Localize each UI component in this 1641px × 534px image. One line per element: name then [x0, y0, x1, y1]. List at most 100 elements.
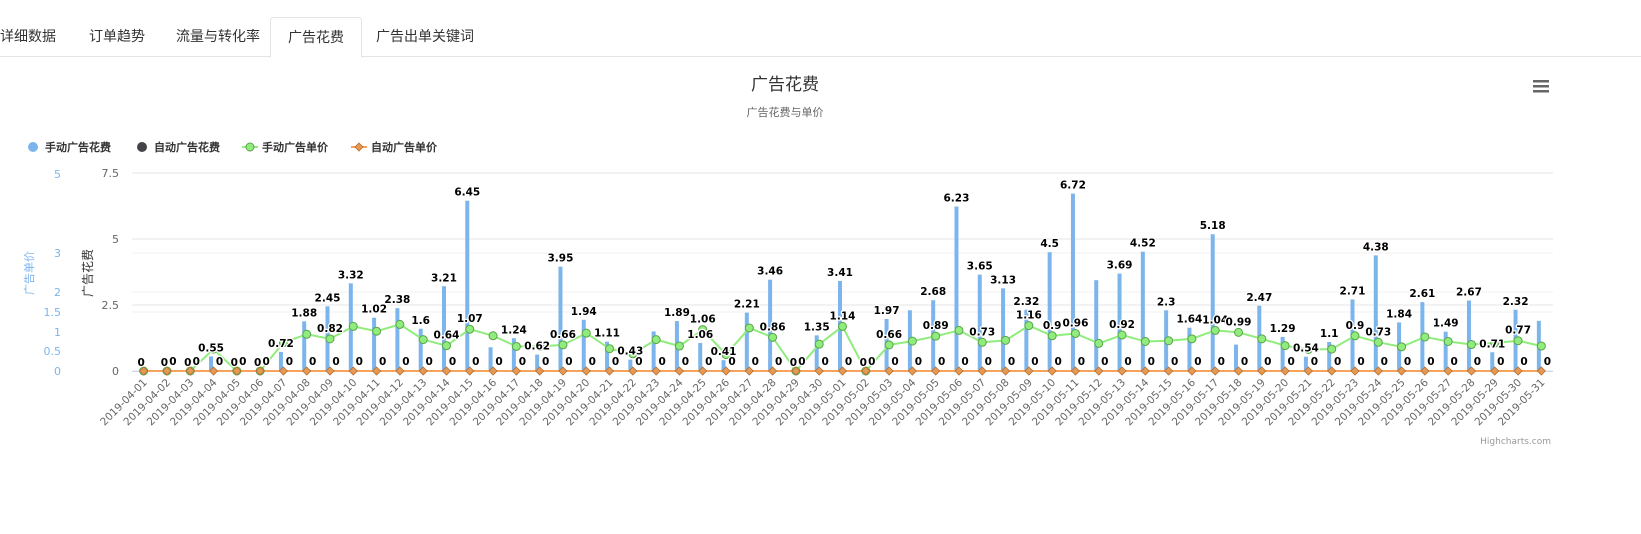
point-manual-price [1397, 342, 1407, 352]
bar-manual-spend [1140, 251, 1145, 371]
data-label-auto-spend: 0 [262, 356, 269, 368]
point-manual-price [395, 319, 405, 329]
tab-order-trend[interactable]: 订单趋势 [89, 17, 145, 56]
data-label-manual-spend: 1.24 [501, 324, 527, 336]
tab-ad-spend[interactable]: 广告花费 [270, 17, 362, 58]
data-label-manual-spend: 0 [161, 357, 168, 369]
data-label-manual-spend: 2.67 [1456, 287, 1482, 299]
data-label-manual-spend: 1.84 [1386, 308, 1412, 320]
point-manual-price [674, 341, 684, 351]
data-label-auto-spend: 0 [845, 356, 852, 368]
data-label-auto-spend: 0 [1124, 356, 1131, 368]
data-label-auto-spend: 0 [356, 356, 363, 368]
data-label-manual-spend: 4.38 [1363, 241, 1389, 253]
bar-manual-spend [418, 328, 423, 371]
point-manual-price [1001, 335, 1011, 345]
point-manual-price [1164, 336, 1174, 346]
tab-traffic-conversion[interactable]: 流量与转化率 [176, 17, 260, 56]
data-label-manual-spend: 1.6 [411, 315, 430, 327]
point-manual-price [1350, 331, 1360, 341]
bar-manual-spend [558, 266, 563, 371]
point-manual-price [558, 340, 568, 350]
data-label-manual-spend: 3.13 [990, 274, 1016, 286]
data-label-auto-spend: 0 [1078, 356, 1085, 368]
data-label-manual-spend: 1.97 [874, 305, 900, 317]
data-label-auto-spend: 0 [239, 356, 246, 368]
data-label-manual-price: 1.04 [1202, 314, 1228, 326]
tab-detail-data[interactable]: 详细数据 [0, 17, 80, 56]
data-label-manual-spend: 1.06 [687, 329, 713, 341]
y-price-tick: 0.5 [44, 345, 62, 358]
point-manual-price [1536, 341, 1546, 351]
data-label-manual-price: 0.82 [317, 323, 343, 335]
legend-label: 手动广告花费 [45, 140, 111, 154]
data-label-manual-price: 0.99 [1226, 316, 1252, 328]
point-manual-price [1070, 329, 1080, 339]
data-label-manual-price: 1.06 [690, 314, 716, 326]
legend-item-3[interactable]: 自动广告单价 [351, 140, 438, 154]
data-label-manual-spend: 1.11 [594, 328, 620, 340]
data-label-auto-spend: 0 [1451, 356, 1458, 368]
data-label-manual-price: 1.16 [1016, 310, 1042, 322]
data-label-auto-spend: 0 [822, 356, 829, 368]
data-label-manual-price: 1.07 [457, 313, 483, 325]
point-manual-price [977, 337, 987, 347]
point-manual-price [511, 341, 521, 351]
data-label-manual-spend: 4.5 [1040, 238, 1059, 250]
data-label-auto-spend: 0 [891, 356, 898, 368]
hamburger-menu-icon[interactable] [1533, 80, 1549, 93]
legend-item-0[interactable]: 手动广告花费 [28, 140, 111, 154]
point-manual-price [1210, 325, 1220, 335]
data-label-manual-spend: 6.72 [1060, 180, 1086, 192]
legend-item-1[interactable]: 自动广告花费 [137, 140, 220, 154]
data-label-manual-spend: 1.94 [571, 306, 597, 318]
data-label-auto-spend: 0 [542, 356, 549, 368]
data-label-auto-spend: 0 [1101, 356, 1108, 368]
chart-axes: 0 2.5 5 7.5 0 0.5 1 1.5 2 3 5 广告单价 广告花费 [23, 167, 119, 378]
data-label-manual-price: 0.89 [923, 320, 949, 332]
data-label-manual-spend: 2.38 [384, 294, 410, 306]
tab-ad-keywords[interactable]: 广告出单关键词 [376, 17, 474, 56]
bar-manual-spend [581, 319, 586, 371]
data-label-manual-spend: 2.45 [315, 292, 341, 304]
chart-credit[interactable]: Highcharts.com [1480, 437, 1551, 447]
legend-label: 手动广告单价 [262, 140, 329, 154]
data-label-auto-spend: 0 [309, 356, 316, 368]
data-label-auto-spend: 0 [1544, 356, 1551, 368]
data-label-manual-spend: 0.62 [524, 341, 550, 353]
point-manual-price [1327, 344, 1337, 354]
data-label-auto-spend: 0 [868, 356, 875, 368]
data-label-manual-price: 0.9 [1043, 320, 1062, 332]
bar-manual-spend [1094, 280, 1099, 371]
data-label-auto-spend: 0 [961, 356, 968, 368]
bar-manual-spend [488, 347, 493, 371]
data-label-manual-spend: 0.71 [1479, 338, 1505, 350]
point-manual-price [954, 325, 964, 335]
bar-manual-spend [1210, 234, 1215, 371]
data-label-manual-spend: 2.61 [1409, 288, 1435, 300]
data-label-auto-spend: 0 [449, 356, 456, 368]
data-label-manual-price: 0.66 [550, 329, 576, 341]
point-manual-price [1094, 338, 1104, 348]
data-label-manual-price: 1.14 [830, 310, 856, 322]
y-spend-tick: 7.5 [102, 167, 120, 180]
data-label-auto-spend: 0 [379, 356, 386, 368]
data-label-auto-spend: 0 [1148, 356, 1155, 368]
data-label-manual-price: 0.86 [760, 321, 786, 333]
legend-item-2[interactable]: 手动广告单价 [242, 140, 329, 154]
bar-manual-spend [977, 274, 982, 371]
legend-marker [354, 142, 364, 152]
point-manual-price [1234, 327, 1244, 337]
chart-title: 广告花费 [751, 75, 819, 95]
data-label-manual-spend: 5.18 [1200, 220, 1226, 232]
data-label-manual-spend: 6.23 [944, 193, 970, 205]
point-manual-price [581, 328, 591, 338]
legend-label: 自动广告花费 [154, 140, 220, 154]
y-price-tick: 2 [54, 286, 61, 299]
bar-manual-spend [465, 200, 470, 371]
data-label-manual-price: 0.73 [1365, 326, 1391, 338]
chart-subtitle: 广告花费与单价 [747, 106, 824, 119]
data-label-manual-spend: 3.41 [827, 267, 853, 279]
data-label-auto-spend: 0 [565, 356, 572, 368]
point-manual-price [651, 335, 661, 345]
